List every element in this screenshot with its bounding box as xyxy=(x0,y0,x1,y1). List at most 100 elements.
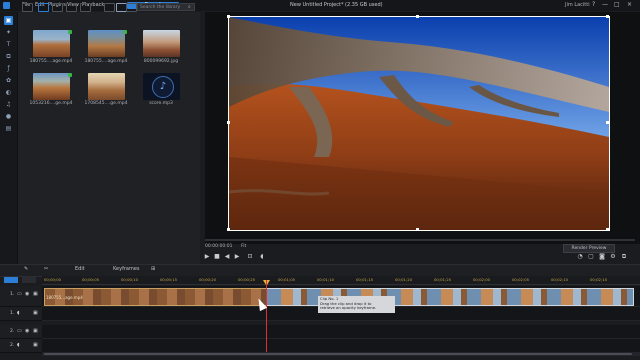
media-thumb-5[interactable] xyxy=(88,73,125,100)
tooltip-line: retrieve an opacity keyframe. xyxy=(320,305,377,311)
track-lane-video-2[interactable] xyxy=(42,325,640,339)
media-caption-3: 800099692.jpg xyxy=(143,59,179,64)
media-caption-5: 1708545....ge.mp4 xyxy=(84,101,128,106)
media-thumb-4[interactable] xyxy=(33,73,70,100)
user-name[interactable]: Jim Lacitti xyxy=(565,2,590,8)
volume-icon[interactable]: ◖ xyxy=(258,253,266,261)
lock-icon[interactable]: ▣ xyxy=(33,310,38,316)
fx-room-icon[interactable]: ƒ xyxy=(4,64,13,73)
resize-handle[interactable] xyxy=(606,15,609,18)
play-icon[interactable]: ▶ xyxy=(203,253,211,261)
app-logo-icon xyxy=(3,2,10,9)
media-filter-all-icon[interactable] xyxy=(38,3,49,12)
track-lane-audio-2[interactable] xyxy=(42,339,640,353)
title-room-icon[interactable]: T xyxy=(4,40,13,49)
undock-icon[interactable]: ⧉ xyxy=(620,253,628,261)
media-thumb-1[interactable] xyxy=(33,30,70,57)
track-label: 1. xyxy=(10,292,15,297)
ruler-tick: 00;00;20 xyxy=(199,277,217,282)
visibility-eye-icon[interactable]: ◉ xyxy=(25,291,29,297)
storyboard-mode-button[interactable] xyxy=(22,277,36,283)
in-use-check-icon xyxy=(68,30,72,34)
media-room-icon[interactable]: ▣ xyxy=(4,16,13,25)
seek-bar[interactable] xyxy=(205,239,635,241)
ruler-tick: 00;00;00 xyxy=(44,277,62,282)
lock-icon[interactable]: ▣ xyxy=(33,291,38,297)
playhead[interactable] xyxy=(266,280,267,356)
sort-icon[interactable] xyxy=(104,3,115,12)
ruler-tick: 00;01;10 xyxy=(317,277,335,282)
resize-handle[interactable] xyxy=(227,121,230,124)
help-icon[interactable]: ? xyxy=(592,1,595,8)
next-frame-icon[interactable]: ▶ xyxy=(233,253,241,261)
audio-track-icon: ◖ xyxy=(17,342,20,348)
ruler-tick: 00;00;10 xyxy=(121,277,139,282)
ruler-tick: 00;02;05 xyxy=(512,277,530,282)
search-icon[interactable]: ⌕ xyxy=(188,4,191,10)
edit-tools-icon[interactable]: ✎ xyxy=(24,266,28,272)
list-view-icon[interactable] xyxy=(126,3,137,12)
subtitle-room-icon[interactable]: ▤ xyxy=(4,124,13,133)
fix-enhance-icon[interactable]: ⊞ xyxy=(151,266,155,272)
media-caption-2: 180755....age.mp4 xyxy=(84,59,128,64)
visibility-eye-icon[interactable]: ◉ xyxy=(25,328,29,334)
settings-icon[interactable]: ⚙ xyxy=(609,253,617,261)
media-thumb-2[interactable] xyxy=(88,30,125,57)
timeline-mode-button[interactable] xyxy=(4,277,18,283)
media-caption-4: 1053216....ge.mp4 xyxy=(29,101,73,106)
close-icon[interactable]: × xyxy=(627,1,632,8)
particle-room-icon[interactable]: ✿ xyxy=(4,76,13,85)
timecode[interactable]: 00:00:00:01 xyxy=(205,244,232,249)
ruler-tick: 00;01;15 xyxy=(356,277,374,282)
audio-room-icon[interactable]: ♫ xyxy=(4,100,13,109)
ruler-tick: 00;00;15 xyxy=(160,277,178,282)
resize-handle[interactable] xyxy=(227,15,230,18)
video-frame[interactable] xyxy=(228,16,610,231)
snapshot-icon[interactable]: ⊡ xyxy=(246,253,254,261)
ruler-tick: 00;02;10 xyxy=(551,277,569,282)
maximize-icon[interactable]: □ xyxy=(614,1,620,8)
media-caption-6: score.mp3 xyxy=(149,101,173,106)
keyframes-button[interactable]: Keyframes xyxy=(113,266,140,272)
render-preview-button[interactable]: Render Preview xyxy=(563,244,615,253)
ruler-tick: 00;02;15 xyxy=(590,277,608,282)
media-thumb-3[interactable] xyxy=(143,30,180,57)
audio-track-icon: ◖ xyxy=(17,310,20,316)
previous-frame-icon[interactable]: ◀ xyxy=(223,253,231,261)
resize-handle[interactable] xyxy=(416,15,419,18)
zoom-fit-select[interactable]: Fit xyxy=(241,244,246,249)
in-use-check-icon xyxy=(123,30,127,34)
stop-icon[interactable]: ■ xyxy=(213,253,221,261)
microphone-icon[interactable]: ● xyxy=(4,112,13,121)
ruler-tick: 00;00;25 xyxy=(238,277,256,282)
project-title: New Untitled Project* (2.35 GB used) xyxy=(290,2,383,8)
pip-room-icon[interactable]: ◐ xyxy=(4,88,13,97)
library-search-input[interactable]: Search the library xyxy=(137,3,195,11)
lock-icon[interactable]: ▣ xyxy=(33,328,38,334)
ruler-tick: 00;01;05 xyxy=(278,277,296,282)
resize-handle[interactable] xyxy=(227,228,230,231)
video-track-icon: ▭ xyxy=(17,291,22,297)
image-filter-icon[interactable] xyxy=(66,3,77,12)
preview-quality-icon[interactable]: ▢ xyxy=(587,253,595,261)
track-label: 2. xyxy=(10,343,15,348)
lock-icon[interactable]: ▣ xyxy=(33,342,38,348)
video-filter-icon[interactable] xyxy=(52,3,63,12)
music-note-icon: ♪ xyxy=(152,76,174,98)
effects-room-icon[interactable]: ✦ xyxy=(4,28,13,37)
split-icon[interactable]: ✂ xyxy=(44,266,48,272)
ruler-tick: 00;01;20 xyxy=(395,277,413,282)
edit-button[interactable]: Edit xyxy=(75,266,85,272)
resize-handle[interactable] xyxy=(606,121,609,124)
video-frame-image xyxy=(229,17,609,230)
import-icon[interactable] xyxy=(22,3,33,12)
audio-output-icon[interactable]: ◔ xyxy=(576,253,584,261)
clip-label: 180755...age.mp4 xyxy=(46,295,83,300)
audio-filter-icon[interactable] xyxy=(80,3,91,12)
transition-room-icon[interactable]: ⧉ xyxy=(4,52,13,61)
timeline-scrollbar-thumb[interactable] xyxy=(44,353,632,355)
resize-handle[interactable] xyxy=(606,228,609,231)
minimize-icon[interactable]: — xyxy=(602,1,608,8)
resize-handle[interactable] xyxy=(416,228,419,231)
snapshot-icon[interactable]: ◙ xyxy=(598,253,606,261)
